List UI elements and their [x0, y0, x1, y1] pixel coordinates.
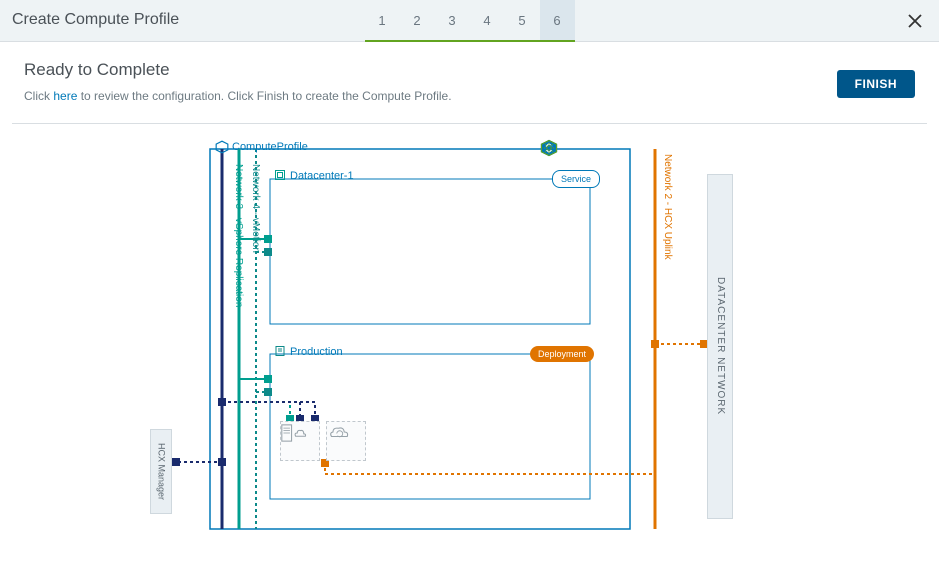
close-icon — [907, 13, 923, 29]
cluster-1-label: Datacenter-1 — [290, 169, 354, 184]
appliance-1 — [280, 421, 320, 461]
topology-diagram: ComputeProfile Datacenter-1 Service Prod… — [0, 134, 939, 554]
network-3-label: Network 3 - vSphere Replication — [231, 164, 245, 307]
hex-icon-gear — [540, 139, 558, 157]
diagram-lines — [0, 134, 939, 554]
hcx-manager-box: HCX Manager — [150, 429, 172, 514]
datacenter-network-label: DATACENTER NETWORK — [713, 277, 727, 415]
ready-text: Ready to Complete Click here to review t… — [24, 54, 452, 105]
finish-button[interactable]: Finish — [837, 70, 915, 98]
cloud-sync-icon — [327, 422, 351, 442]
compute-profile-label: ComputeProfile — [232, 140, 308, 155]
hcx-manager-label: HCX Manager — [155, 443, 168, 500]
wizard-step-6[interactable]: 6 — [540, 0, 575, 42]
wizard-header: Create Compute Profile 1 2 3 4 5 6 — [0, 0, 939, 42]
service-badge: Service — [552, 170, 600, 189]
appliance-2 — [326, 421, 366, 461]
wizard-stepper: 1 2 3 4 5 6 — [365, 0, 575, 42]
wizard-step-5[interactable]: 5 — [505, 0, 540, 42]
wizard-step-3[interactable]: 3 — [435, 0, 470, 42]
datacenter-network-box: DATACENTER NETWORK — [707, 174, 733, 519]
ready-heading: Ready to Complete — [24, 58, 452, 82]
wizard-title: Create Compute Profile — [0, 9, 179, 31]
wizard-step-2[interactable]: 2 — [400, 0, 435, 42]
close-button[interactable] — [901, 7, 929, 35]
deployment-badge: Deployment — [530, 346, 594, 363]
ready-description: Click here to review the configuration. … — [24, 88, 452, 105]
network-4-label: Network 4 - vMotion — [248, 164, 262, 253]
ready-section: Ready to Complete Click here to review t… — [12, 42, 927, 124]
cluster-2-label: Production — [290, 345, 343, 360]
review-link[interactable]: here — [53, 89, 77, 103]
server-cloud-icon — [281, 422, 307, 444]
network-2-label: Network 2 - HCX Uplink — [660, 154, 674, 260]
wizard-step-1[interactable]: 1 — [365, 0, 400, 42]
wizard-step-4[interactable]: 4 — [470, 0, 505, 42]
